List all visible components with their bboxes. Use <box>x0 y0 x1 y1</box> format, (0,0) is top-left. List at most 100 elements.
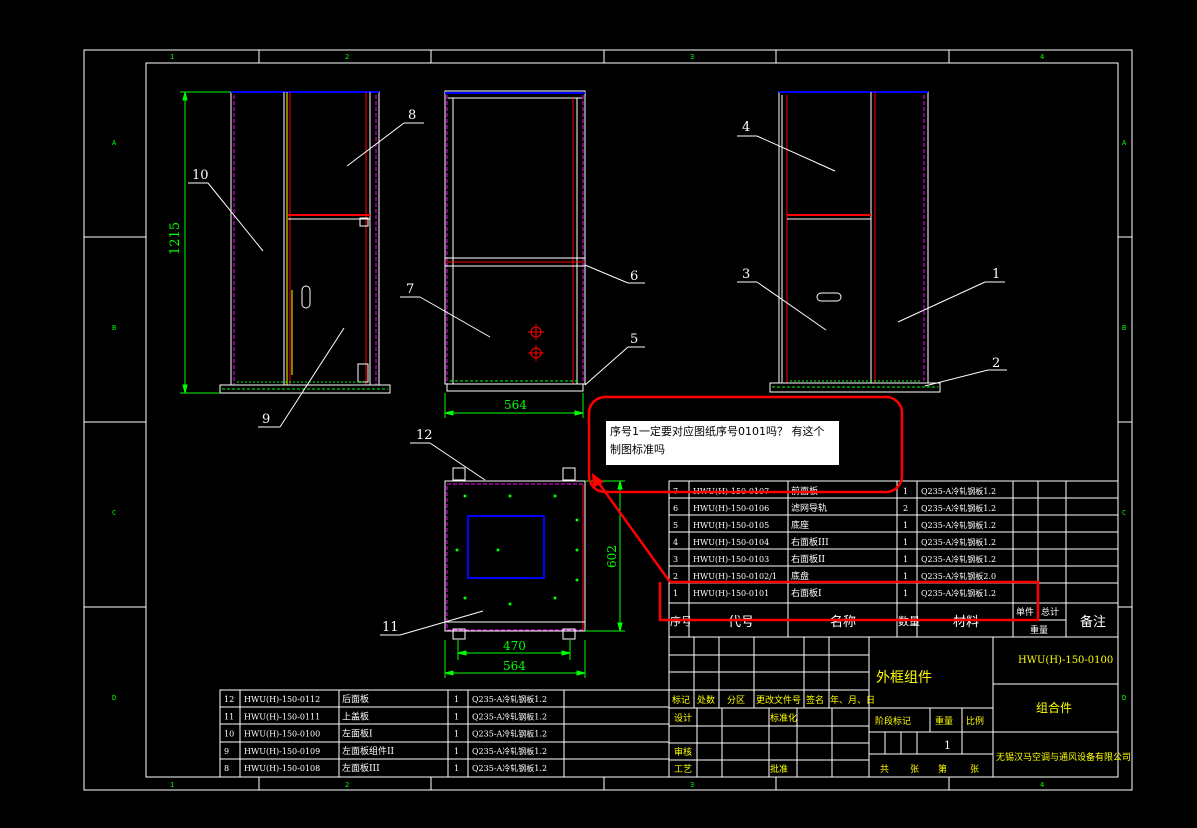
sheet-label: 张 <box>970 764 979 775</box>
bom-cell-no: 12 <box>224 695 234 704</box>
comment-pointer-arrow <box>596 481 1040 622</box>
rev-label: 签名 <box>806 694 824 706</box>
bom-cell-code: HWU(H)-150-0102/1 <box>693 572 777 581</box>
bom-cell-code: HWU(H)-150-0100 <box>244 730 320 739</box>
check-label: 审核 <box>674 746 692 758</box>
bom-header-name: 名称 <box>830 614 856 630</box>
balloon: 1 <box>992 267 1000 282</box>
bom-cell-no: 11 <box>224 712 234 721</box>
bom-cell-name: 后面板 <box>342 693 369 705</box>
bom-cell-qty: 1 <box>903 538 908 547</box>
bom-cell-name: 右面板II <box>791 553 826 565</box>
drawing-title: 外框组件 <box>876 670 932 686</box>
zone-letter: A <box>112 139 117 147</box>
zone-number: 3 <box>690 781 694 789</box>
zone-letter: C <box>112 509 116 517</box>
bom-cell-name: 底盘 <box>791 570 809 582</box>
bom-cell-code: HWU(H)-150-0112 <box>244 695 320 704</box>
top-view[interactable] <box>444 467 586 640</box>
bom-cell-code: HWU(H)-150-0109 <box>244 747 320 756</box>
bom-cell-material: Q235-A冷轧钢板1.2 <box>472 711 547 721</box>
bom-header-unit: 单件 <box>1016 606 1034 618</box>
weight-label: 重量 <box>935 715 953 727</box>
bom-cell-material: Q235-A冷轧钢板1.2 <box>921 537 996 547</box>
bom-cell-material: Q235-A冷轧钢板2.0 <box>921 571 996 581</box>
bom-cell-qty: 1 <box>903 589 908 598</box>
bom-cell-name: 左面板III <box>342 762 380 774</box>
sheet-label: 共 <box>880 764 889 775</box>
zone-letter: D <box>112 694 116 702</box>
bom-cell-no: 1 <box>673 589 678 598</box>
comment-note[interactable]: 序号1一定要对应图纸序号0101吗？ 有这个制图标准吗 <box>606 421 839 465</box>
bom-header-material: 材料 <box>953 615 979 630</box>
bom-cell-code: HWU(H)-150-0103 <box>693 555 769 564</box>
bom-header-remark: 备注 <box>1080 614 1106 630</box>
balloon: 7 <box>406 282 414 297</box>
balloon: 11 <box>382 620 399 635</box>
bom-cell-no: 3 <box>673 555 678 564</box>
dimension-top-depth-label: 602 <box>605 545 619 568</box>
bom-cell-qty: 1 <box>454 730 459 739</box>
process-label: 工艺 <box>674 764 692 775</box>
zone-number: 4 <box>1040 781 1044 789</box>
bom-cell-code: HWU(H)-150-0105 <box>693 521 769 530</box>
bom-cell-no: 2 <box>673 572 678 581</box>
bom-cell-material: Q235-A冷轧钢板1.2 <box>921 520 996 530</box>
drawing-number: HWU(H)-150-0100 <box>1018 655 1113 666</box>
bom-cell-code: HWU(H)-150-0101 <box>693 589 769 598</box>
front-view[interactable] <box>444 90 586 392</box>
bom-cell-name: 左面板I <box>342 728 373 740</box>
rev-label: 处数 <box>697 694 715 706</box>
left-side-view[interactable] <box>219 91 391 394</box>
zone-number: 4 <box>1040 53 1044 61</box>
bom-header-weight: 重量 <box>1030 624 1048 636</box>
bom-cell-no: 6 <box>673 504 678 513</box>
bom-cell-material: Q235-A冷轧钢板1.2 <box>472 729 547 739</box>
dimension-top-width-label: 564 <box>503 659 526 673</box>
cad-drawing-canvas[interactable]: 1 2 3 4 1 2 3 4 A B C D A B C D 1215 564… <box>0 0 1197 828</box>
balloon: 5 <box>630 332 638 347</box>
zone-letter: A <box>1122 139 1127 147</box>
bom-cell-code: HWU(H)-150-0108 <box>244 764 320 773</box>
zone-letter: B <box>112 324 116 332</box>
company-name: 无锡汉马空调与通风设备有限公司 <box>996 751 1131 763</box>
bom-cell-qty: 1 <box>903 487 908 496</box>
bom-cell-material: Q235-A冷轧钢板1.2 <box>472 746 547 756</box>
design-label: 设计 <box>674 712 692 724</box>
leader-lines <box>188 122 1007 636</box>
inner-border <box>145 62 1119 778</box>
dimension-height-label: 1215 <box>168 222 183 255</box>
stage-label: 阶段标记 <box>875 715 911 727</box>
dimension-height <box>180 91 231 394</box>
bom-cell-material: Q235-A冷轧钢板1.2 <box>921 554 996 564</box>
bom-cell-no: 4 <box>673 538 678 547</box>
balloon: 9 <box>262 412 270 427</box>
bom-cell-qty: 1 <box>454 695 459 704</box>
rev-label: 分区 <box>727 695 745 706</box>
bom-cell-qty: 1 <box>454 764 459 773</box>
bom-header-total: 总计 <box>1041 606 1059 618</box>
bom-cell-material: Q235-A冷轧钢板1.2 <box>921 588 996 598</box>
standard-label: 标准化 <box>770 712 797 724</box>
bom-header-qty: 数量 <box>898 615 920 628</box>
bom-cell-name: 左面板组件II <box>342 745 395 757</box>
bom-cell-name: 右面板III <box>791 536 829 548</box>
sheet-label: 第 <box>938 763 947 775</box>
bom-header-code: 代号 <box>728 615 754 630</box>
balloon: 8 <box>408 108 416 123</box>
bom-cell-no: 5 <box>673 521 678 530</box>
right-side-view[interactable] <box>769 91 941 393</box>
title-block-text: 外框组件 HWU(H)-150-0100 组合件 无锡汉马空调与通风设备有限公司… <box>672 655 1131 775</box>
balloon: 3 <box>742 267 750 282</box>
bom-cell-qty: 1 <box>903 555 908 564</box>
bom-cell-no: 10 <box>224 730 234 739</box>
quantity-value: 1 <box>944 739 951 752</box>
dimension-top <box>444 480 625 678</box>
scale-label: 比例 <box>966 715 984 727</box>
bom-cell-qty: 1 <box>454 747 459 756</box>
balloon-numbers: 1 2 3 4 5 6 7 8 9 10 11 12 <box>192 108 1000 635</box>
bom-cell-name: 右面板I <box>791 587 822 599</box>
zone-number: 3 <box>690 53 694 61</box>
bom-cell-name: 滤网导轨 <box>791 502 827 514</box>
zone-ticks <box>84 50 1132 790</box>
